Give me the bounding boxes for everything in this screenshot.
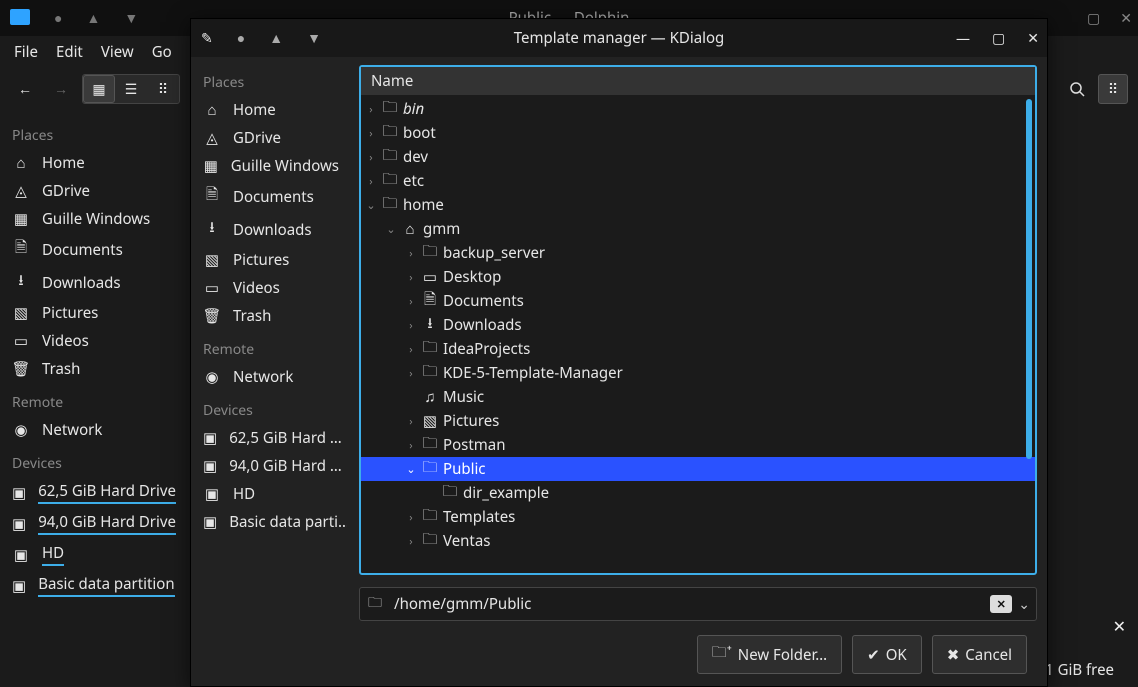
places-heading: Places — [195, 63, 347, 96]
tree-row[interactable]: ›▭Desktop — [361, 265, 1035, 289]
sidebar-item-basic[interactable]: ▣Basic data partition — [4, 570, 182, 601]
sidebar-item-hd[interactable]: ▣HD — [195, 480, 347, 508]
close-icon[interactable]: ✕ — [1120, 9, 1132, 28]
titlebar-dot-icon[interactable]: ● — [237, 29, 245, 48]
titlebar-up-icon[interactable]: ▲ — [86, 9, 100, 28]
sidebar-item-trash[interactable]: 🗑Trash — [195, 302, 347, 330]
toggle-panel-button[interactable]: ⠿ — [1098, 74, 1128, 104]
folder-icon: 🗀 — [366, 592, 384, 616]
sidebar-item-network[interactable]: ◉Network — [4, 416, 182, 444]
sidebar-item-pictures[interactable]: ▧Pictures — [4, 299, 182, 327]
sidebar-item-pictures[interactable]: ▧Pictures — [195, 246, 347, 274]
tree-row[interactable]: ›🗀backup_server — [361, 241, 1035, 265]
tree-row[interactable]: ›🗀KDE-5-Template-Manager — [361, 361, 1035, 385]
kdialog-titlebar[interactable]: ✎ ● ▲ ▼ Template manager — KDialog — ▢ ✕ — [191, 19, 1047, 57]
sidebar-item-downloads[interactable]: ⭳Downloads — [195, 213, 347, 246]
sidebar-item-disk2[interactable]: ▣94,0 GiB Hard … — [195, 452, 347, 480]
sidebar-item-videos[interactable]: ▭Videos — [195, 274, 347, 302]
maximize-icon[interactable]: ▢ — [992, 29, 1005, 48]
places-heading: Places — [4, 116, 182, 149]
dialog-buttons: 🗀⁺New Folder… ✔OK ✖Cancel — [359, 631, 1037, 686]
devices-heading: Devices — [4, 444, 182, 477]
kdialog-window: ✎ ● ▲ ▼ Template manager — KDialog — ▢ ✕… — [190, 18, 1048, 687]
devices-heading: Devices — [195, 391, 347, 424]
sidebar-item-disk1[interactable]: ▣62,5 GiB Hard Drive — [4, 477, 182, 508]
edit-icon[interactable]: ✎ — [201, 29, 213, 48]
tree-row-selected[interactable]: ⌄🗀Public — [361, 457, 1035, 481]
tree-scrollbar[interactable] — [1026, 99, 1032, 459]
maximize-icon[interactable]: ▢ — [1087, 9, 1100, 28]
tree-row[interactable]: ›🗀IdeaProjects — [361, 337, 1035, 361]
view-mode-group: ▦ ☰ ⠿ — [82, 74, 180, 104]
remote-heading: Remote — [4, 383, 182, 416]
minimize-icon[interactable]: — — [956, 29, 970, 48]
ok-button[interactable]: ✔OK — [852, 635, 922, 674]
path-value: /home/gmm/Public — [388, 594, 990, 614]
compact-view-button[interactable]: ⠿ — [147, 75, 179, 103]
cancel-button[interactable]: ✖Cancel — [932, 635, 1027, 674]
sidebar-item-gdrive[interactable]: ◬GDrive — [195, 124, 347, 152]
titlebar-dot-icon[interactable]: ● — [54, 9, 62, 28]
forward-button[interactable]: → — [46, 74, 76, 104]
sidebar-item-home[interactable]: ⌂Home — [195, 96, 347, 124]
tree-row[interactable]: ⌄🗀home — [361, 193, 1035, 217]
sidebar-item-disk2[interactable]: ▣94,0 GiB Hard Drive — [4, 508, 182, 539]
sidebar-item-videos[interactable]: ▭Videos — [4, 327, 182, 355]
remote-heading: Remote — [195, 330, 347, 363]
menu-go[interactable]: Go — [152, 42, 172, 62]
tree-row[interactable]: 🗀dir_example — [361, 481, 1035, 505]
titlebar-down-icon[interactable]: ▼ — [307, 29, 321, 48]
sidebar-item-gdrive[interactable]: ◬GDrive — [4, 177, 182, 205]
sidebar-item-home[interactable]: ⌂Home — [4, 149, 182, 177]
titlebar-down-icon[interactable]: ▼ — [124, 9, 138, 28]
tree-header-name[interactable]: Name — [361, 67, 1035, 95]
dolphin-sidebar: Places ⌂Home ◬GDrive ▦Guille Windows 🗎Do… — [0, 110, 186, 653]
tree-row[interactable]: ♫Music — [361, 385, 1035, 409]
titlebar-up-icon[interactable]: ▲ — [269, 29, 283, 48]
tree-row[interactable]: ›🗀etc — [361, 169, 1035, 193]
search-button[interactable] — [1062, 74, 1092, 104]
tree-row[interactable]: ›🗀dev — [361, 145, 1035, 169]
tree-row[interactable]: ›⭳Downloads — [361, 313, 1035, 337]
tree-row[interactable]: ›🗎Documents — [361, 289, 1035, 313]
back-button[interactable]: ← — [10, 74, 40, 104]
sidebar-item-guille[interactable]: ▦Guille Windows — [4, 205, 182, 233]
path-input[interactable]: 🗀 /home/gmm/Public ✕ ⌄ — [359, 587, 1037, 621]
tree-row[interactable]: ›🗀Postman — [361, 433, 1035, 457]
folder-tree: Name ›🗀bin ›🗀boot ›🗀dev ›🗀etc ⌄🗀home ⌄⌂g… — [359, 65, 1037, 575]
sidebar-item-basic[interactable]: ▣Basic data parti… — [195, 508, 347, 536]
clear-path-button[interactable]: ✕ — [990, 595, 1012, 613]
sidebar-item-guille[interactable]: ▦Guille Windows — [195, 152, 347, 180]
tree-row[interactable]: ⌄⌂gmm — [361, 217, 1035, 241]
sidebar-item-documents[interactable]: 🗎Documents — [195, 180, 347, 213]
sidebar-item-downloads[interactable]: ⭳Downloads — [4, 266, 182, 299]
chevron-down-icon[interactable]: ⌄ — [1018, 595, 1030, 614]
menu-file[interactable]: File — [14, 42, 38, 62]
tree-row[interactable]: ›🗀boot — [361, 121, 1035, 145]
kdialog-sidebar: Places ⌂Home ◬GDrive ▦Guille Windows 🗎Do… — [191, 57, 351, 686]
tree-row[interactable]: ›🗀bin — [361, 97, 1035, 121]
dolphin-app-icon — [10, 9, 30, 25]
panel-close-icon[interactable]: ✕ — [1113, 615, 1126, 637]
close-icon[interactable]: ✕ — [1027, 29, 1039, 48]
tree-row[interactable]: ›🗀Templates — [361, 505, 1035, 529]
sidebar-item-hd[interactable]: ▣HD — [4, 539, 182, 570]
tree-row[interactable]: ›▧Pictures — [361, 409, 1035, 433]
new-folder-button[interactable]: 🗀⁺New Folder… — [697, 635, 842, 674]
check-icon: ✔ — [867, 645, 880, 665]
details-view-button[interactable]: ☰ — [115, 75, 147, 103]
sidebar-item-disk1[interactable]: ▣62,5 GiB Hard … — [195, 424, 347, 452]
sidebar-item-documents[interactable]: 🗎Documents — [4, 233, 182, 266]
menu-edit[interactable]: Edit — [56, 42, 83, 62]
new-folder-icon: 🗀⁺ — [712, 642, 732, 667]
tree-row[interactable]: ›🗀Ventas — [361, 529, 1035, 553]
menu-view[interactable]: View — [101, 42, 134, 62]
icons-view-button[interactable]: ▦ — [83, 75, 115, 103]
cancel-icon: ✖ — [947, 645, 960, 665]
sidebar-item-network[interactable]: ◉Network — [195, 363, 347, 391]
sidebar-item-trash[interactable]: 🗑Trash — [4, 355, 182, 383]
